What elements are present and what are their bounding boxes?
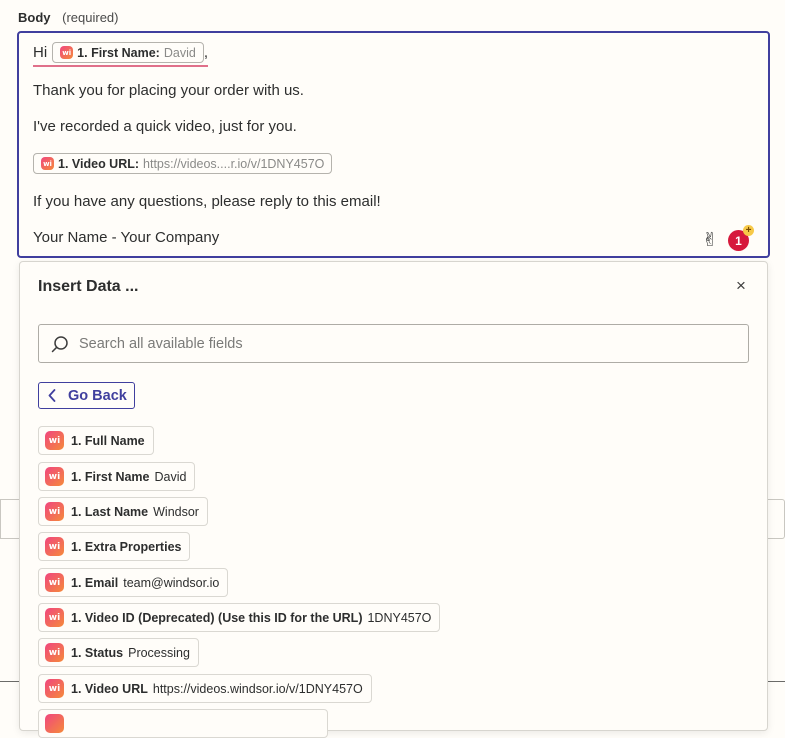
windsor-logo-icon: wi xyxy=(45,502,64,521)
list-item[interactable]: wi 1. Video ID (Deprecated) (Use this ID… xyxy=(38,603,441,632)
go-back-label: Go Back xyxy=(68,387,127,404)
greeting-text: Hi xyxy=(33,44,48,61)
windsor-logo-icon: wi xyxy=(45,608,64,627)
item-key: 1. Status xyxy=(71,645,124,660)
item-value: https://videos.windsor.io/v/1DNY457O xyxy=(152,681,363,696)
body-editor[interactable]: Hi wi 1. First Name: David , Thank you f… xyxy=(17,31,770,258)
windsor-logo-icon: wi xyxy=(45,467,64,486)
list-item[interactable] xyxy=(38,709,328,738)
item-key: 1. Last Name xyxy=(71,504,149,519)
windsor-logo-icon: wi xyxy=(45,537,64,556)
windsor-logo-icon: wi xyxy=(45,643,64,662)
first-name-pill[interactable]: wi 1. First Name: David xyxy=(52,42,204,63)
background-field-fragment xyxy=(768,499,785,539)
pill-key: 1. Video URL: xyxy=(58,156,140,171)
list-item[interactable]: wi 1. Status Processing xyxy=(38,638,199,667)
editor-line-signature: Your Name - Your Company xyxy=(33,229,220,246)
editor-line-video-url: wi 1. Video URL: https://videos....r.io/… xyxy=(33,153,333,174)
background-field-fragment xyxy=(0,499,19,539)
windsor-logo-icon xyxy=(45,714,64,733)
item-value: team@windsor.io xyxy=(123,575,220,590)
list-item[interactable]: wi 1. Full Name xyxy=(38,426,154,455)
greeting-text-wrap: Hi wi 1. First Name: David , xyxy=(33,42,208,67)
list-item[interactable]: wi 1. Last Name Windsor xyxy=(38,497,208,526)
editor-line-thanks: Thank you for placing your order with us… xyxy=(33,82,304,99)
windsor-logo-icon: wi xyxy=(60,46,74,59)
item-value: David xyxy=(154,469,187,484)
item-key: 1. Extra Properties xyxy=(71,539,182,554)
field-name: Body xyxy=(18,10,51,25)
editor-line-video-intro: I've recorded a quick video, just for yo… xyxy=(33,118,297,135)
video-url-pill[interactable]: wi 1. Video URL: https://videos....r.io/… xyxy=(33,153,333,174)
panel-title: Insert Data ... xyxy=(38,278,139,295)
list-item[interactable]: wi 1. First Name David xyxy=(38,462,196,491)
peace-hand-icon[interactable]: ✌ xyxy=(702,229,718,252)
item-key: 1. First Name xyxy=(71,469,150,484)
close-icon[interactable]: × xyxy=(733,276,749,295)
pill-value: David xyxy=(163,45,196,60)
windsor-logo-icon: wi xyxy=(45,573,64,592)
item-value: Processing xyxy=(128,645,190,660)
comma-text: , xyxy=(203,44,208,61)
item-key: 1. Full Name xyxy=(71,433,145,448)
windsor-logo-icon: wi xyxy=(41,157,54,170)
list-item[interactable]: wi 1. Video URL https://videos.windsor.i… xyxy=(38,674,372,703)
list-item[interactable]: wi 1. Extra Properties xyxy=(38,532,191,561)
pill-value: https://videos....r.io/v/1DNY457O xyxy=(143,156,325,171)
windsor-logo-icon: wi xyxy=(45,431,64,450)
item-key: 1. Email xyxy=(71,575,119,590)
required-note: (required) xyxy=(62,10,119,25)
chevron-left-icon xyxy=(48,389,56,402)
item-key: 1. Video URL xyxy=(71,681,148,696)
badge-plus-icon: + xyxy=(743,225,754,236)
editor-line-questions: If you have any questions, please reply … xyxy=(33,193,381,210)
item-value: Windsor xyxy=(153,504,199,519)
list-item[interactable]: wi 1. Email team@windsor.io xyxy=(38,568,229,597)
field-label: Body (required) xyxy=(18,10,118,25)
search-input[interactable] xyxy=(77,334,717,353)
pill-key: 1. First Name: xyxy=(77,45,160,60)
search-box[interactable] xyxy=(38,324,749,363)
windsor-logo-icon: wi xyxy=(45,679,64,698)
insert-data-panel: Insert Data ... × Go Back wi 1. Full Nam… xyxy=(19,261,768,738)
item-key: 1. Video ID (Deprecated) (Use this ID fo… xyxy=(71,610,363,625)
search-icon xyxy=(51,335,68,352)
go-back-button[interactable]: Go Back xyxy=(38,382,135,409)
item-value: 1DNY457O xyxy=(367,610,432,625)
editor-line-greeting: Hi wi 1. First Name: David , xyxy=(33,42,208,67)
